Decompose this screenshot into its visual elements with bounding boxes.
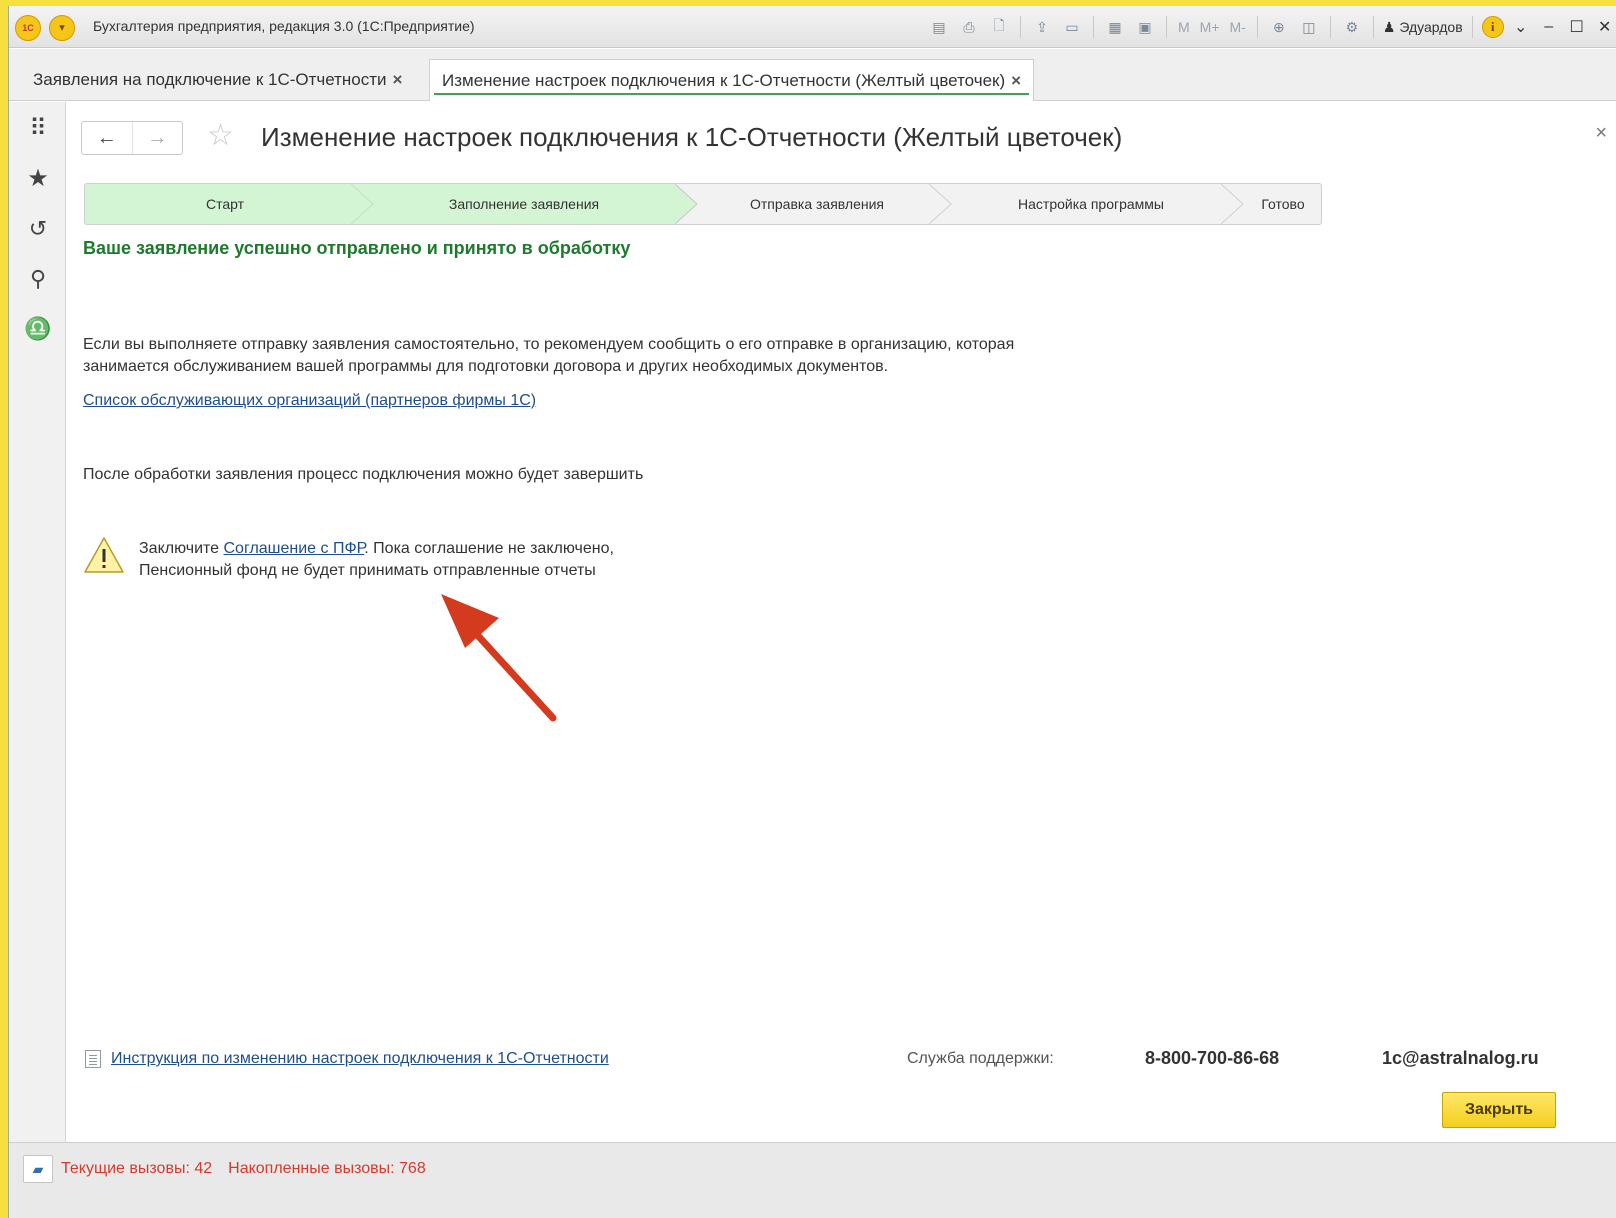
info-line: Если вы выполняете отправку заявления са… bbox=[83, 336, 1015, 353]
user-menu[interactable]: ♟ Эдуардов bbox=[1383, 19, 1463, 36]
close-form-icon[interactable]: × bbox=[1595, 122, 1607, 145]
step-program-setup[interactable]: Настройка программы bbox=[951, 184, 1231, 224]
scan-icon[interactable]: ▭ bbox=[1060, 15, 1084, 39]
favorites-icon[interactable]: ★ bbox=[23, 164, 53, 194]
warning-suffix: . Пока соглашение не заключено, bbox=[364, 540, 614, 557]
step-send-application[interactable]: Отправка заявления bbox=[697, 184, 937, 224]
left-sidebar: ⠿ ★ ↺ ⚲ ♎ bbox=[9, 102, 66, 1142]
title-bar: 1С ▾ Бухгалтерия предприятия, редакция 3… bbox=[9, 6, 1616, 48]
nav-buttons: ← → bbox=[81, 121, 183, 155]
warning-line-2: Пенсионный фонд не будет принимать отпра… bbox=[139, 562, 596, 579]
save-icon[interactable]: ▤ bbox=[927, 15, 951, 39]
tab-change-settings[interactable]: Изменение настроек подключения к 1С-Отче… bbox=[429, 59, 1035, 101]
calculator-icon[interactable]: ▦ bbox=[1103, 15, 1127, 39]
minimize-icon[interactable]: – bbox=[1538, 18, 1560, 36]
pfr-warning: Заключите Соглашение с ПФР. Пока соглаше… bbox=[139, 538, 614, 582]
toolbar-divider bbox=[1093, 16, 1094, 38]
warning-prefix: Заключите bbox=[139, 540, 224, 557]
window-close-icon[interactable]: ✕ bbox=[1594, 17, 1616, 37]
chevron-down-icon[interactable]: ⌄ bbox=[1510, 17, 1532, 37]
memory-plus-button[interactable]: M+ bbox=[1198, 19, 1222, 35]
info-icon[interactable]: i bbox=[1481, 16, 1504, 38]
document-icon bbox=[85, 1050, 101, 1068]
success-message: Ваше заявление успешно отправлено и прин… bbox=[83, 238, 631, 258]
favorite-star-icon[interactable]: ☆ bbox=[207, 118, 234, 153]
close-button[interactable]: Закрыть bbox=[1442, 1092, 1556, 1128]
maximize-icon[interactable]: ☐ bbox=[1566, 17, 1588, 37]
partners-list-link[interactable]: Список обслуживающих организаций (партне… bbox=[83, 392, 536, 410]
call-counters: Текущие вызовы: 42 Накопленные вызовы: 76… bbox=[61, 1160, 426, 1178]
annotation-arrow-icon bbox=[441, 594, 557, 722]
pfr-agreement-link[interactable]: Соглашение с ПФР bbox=[224, 540, 365, 557]
tab-bar: Заявления на подключение к 1С-Отчетности… bbox=[9, 49, 1616, 101]
toolbar-divider bbox=[1372, 16, 1374, 38]
warning-icon bbox=[84, 537, 124, 573]
support-label: Служба поддержки: bbox=[907, 1050, 1054, 1067]
user-name: Эдуардов bbox=[1399, 19, 1463, 35]
status-bar: ▰ Текущие вызовы: 42 Накопленные вызовы: … bbox=[9, 1142, 1616, 1218]
instruction-link[interactable]: Инструкция по изменению настроек подключ… bbox=[111, 1050, 609, 1068]
calendar-icon[interactable]: ▣ bbox=[1133, 15, 1157, 39]
toolbar-divider bbox=[1166, 16, 1167, 38]
search-icon[interactable]: ⚲ bbox=[23, 264, 53, 294]
accumulated-calls: Накопленные вызовы: 768 bbox=[228, 1160, 426, 1177]
info-paragraph: Если вы выполняете отправку заявления са… bbox=[83, 334, 1014, 378]
step-done[interactable]: Готово bbox=[1243, 184, 1321, 224]
form-content: ← → ☆ Изменение настроек подключения к 1… bbox=[67, 102, 1616, 1142]
support-phone: 8-800-700-86-68 bbox=[1145, 1048, 1280, 1068]
app-window: 1С ▾ Бухгалтерия предприятия, редакция 3… bbox=[8, 6, 1616, 1218]
step-fill-application[interactable]: Заполнение заявления bbox=[369, 184, 679, 224]
wizard-steps: Старт Заполнение заявления Отправка заяв… bbox=[84, 183, 1322, 225]
toolbar-divider bbox=[1020, 16, 1021, 38]
toolbar-divider bbox=[1471, 16, 1473, 38]
info-line: занимается обслуживанием вашей программы… bbox=[83, 358, 889, 375]
zoom-icon[interactable]: ⊕ bbox=[1267, 15, 1291, 39]
apps-menu-icon[interactable]: ⠿ bbox=[23, 114, 53, 144]
current-calls: Текущие вызовы: 42 bbox=[61, 1160, 213, 1177]
memory-button[interactable]: M bbox=[1176, 19, 1192, 35]
after-processing-text: После обработки заявления процесс подклю… bbox=[83, 466, 644, 483]
tab-label: Заявления на подключение к 1С-Отчетности bbox=[33, 70, 387, 89]
user-icon: ♟ bbox=[1382, 18, 1396, 35]
tab-label: Изменение настроек подключения к 1С-Отче… bbox=[442, 71, 1006, 90]
history-icon[interactable]: ↺ bbox=[23, 214, 53, 244]
toolbar-divider bbox=[1256, 16, 1258, 38]
print-icon[interactable]: ⎙ bbox=[957, 15, 981, 39]
forward-arrow-icon[interactable]: → bbox=[131, 122, 183, 154]
app-title: Бухгалтерия предприятия, редакция 3.0 (1… bbox=[93, 18, 475, 34]
toolbar-divider bbox=[1329, 16, 1331, 38]
main-menu-button[interactable]: ▾ bbox=[49, 15, 75, 41]
close-tab-icon[interactable]: × bbox=[393, 70, 403, 89]
preview-icon[interactable]: 🗋 bbox=[987, 15, 1011, 39]
back-arrow-icon[interactable]: ← bbox=[82, 122, 132, 154]
notifications-icon[interactable]: ♎ bbox=[23, 314, 53, 344]
app-logo: 1С bbox=[15, 15, 41, 41]
warning-line: Заключите Соглашение с ПФР. Пока соглаше… bbox=[139, 538, 614, 560]
support-email: 1c@astralnalog.ru bbox=[1382, 1048, 1539, 1068]
close-tab-icon[interactable]: × bbox=[1011, 71, 1021, 90]
upload-icon[interactable]: ⇪ bbox=[1030, 15, 1054, 39]
performance-monitor-icon[interactable]: ▰ bbox=[23, 1155, 53, 1183]
panel-icon[interactable]: ◫ bbox=[1297, 15, 1321, 39]
memory-minus-button[interactable]: M- bbox=[1228, 19, 1248, 35]
title-toolbar: ▤ ⎙ 🗋 ⇪ ▭ ▦ ▣ M M+ M- ⊕ ◫ ⚙ ♟ Эдуардов i bbox=[927, 14, 1616, 40]
tab-applications[interactable]: Заявления на подключение к 1С-Отчетности… bbox=[21, 59, 414, 101]
step-start[interactable]: Старт bbox=[85, 184, 365, 224]
page-title: Изменение настроек подключения к 1С-Отче… bbox=[261, 122, 1123, 152]
settings-icon[interactable]: ⚙ bbox=[1340, 15, 1364, 39]
